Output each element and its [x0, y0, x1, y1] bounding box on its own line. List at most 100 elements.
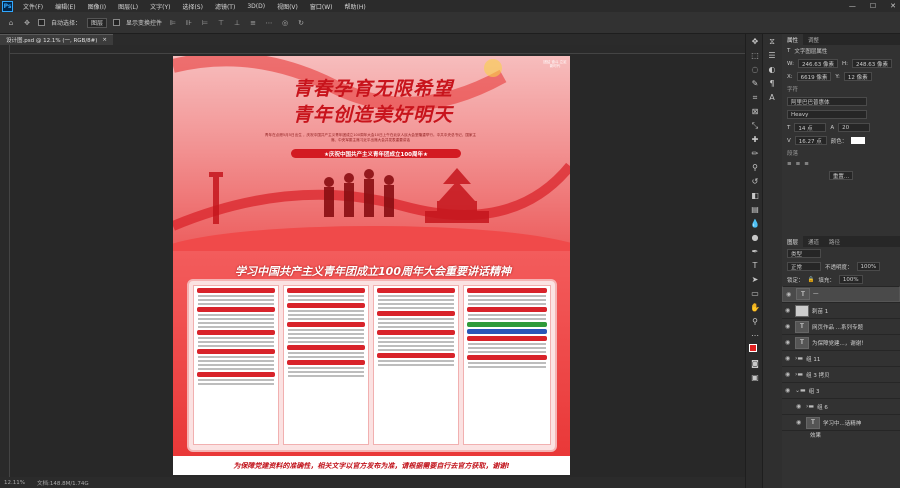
text-color-swatch[interactable] [851, 137, 866, 144]
menu-layer[interactable]: 图层(L) [112, 2, 144, 11]
pen-tool-icon[interactable]: ✒ [748, 245, 762, 258]
layer-row[interactable]: ◉ T 一 [782, 286, 900, 302]
reset-button[interactable]: 重置... [828, 171, 854, 180]
lasso-tool-icon[interactable]: ◌ [748, 63, 762, 76]
visibility-eye-icon[interactable]: ◉ [785, 323, 792, 330]
y-field[interactable]: 12 像素 [843, 72, 872, 81]
font-style-select[interactable]: Heavy [787, 110, 867, 119]
minimize-icon[interactable]: — [849, 2, 856, 10]
tab-adjustments[interactable]: 调整 [803, 34, 824, 45]
foreground-color-swatch[interactable] [749, 343, 757, 352]
eyedropper-tool-icon[interactable]: ⤡ [748, 119, 762, 132]
menu-file[interactable]: 文件(F) [17, 2, 49, 11]
zoom-tool-icon[interactable]: ⚲ [748, 315, 762, 328]
leading-field[interactable]: 20 [838, 123, 871, 132]
healing-brush-icon[interactable]: ✚ [748, 133, 762, 146]
shape-tool-icon[interactable]: ▭ [748, 287, 762, 300]
align-left-icon[interactable]: ⊫ [168, 18, 178, 28]
menu-3d[interactable]: 3D(D) [241, 3, 271, 10]
auto-select-checkbox[interactable] [38, 19, 45, 26]
gradient-tool-icon[interactable]: ▤ [748, 203, 762, 216]
blur-tool-icon[interactable]: 💧 [748, 217, 762, 230]
align-center-text-icon[interactable]: ≡ [796, 161, 801, 167]
align-middle-icon[interactable]: ⊥ [232, 18, 242, 28]
properties-panel-icon[interactable]: ☰ [765, 49, 779, 62]
align-center-icon[interactable]: ⊪ [184, 18, 194, 28]
tab-layers[interactable]: 图层 [782, 236, 804, 247]
home-icon[interactable]: ⌂ [6, 18, 16, 28]
history-brush-icon[interactable]: ↺ [748, 175, 762, 188]
distribute-icon[interactable]: ≡ [248, 18, 258, 28]
color-swatches-icon[interactable] [748, 343, 762, 356]
tracking-field[interactable]: 16.27 点 [794, 136, 827, 145]
tab-channels[interactable]: 通道 [803, 236, 824, 247]
opacity-field[interactable]: 100% [856, 262, 881, 271]
eraser-tool-icon[interactable]: ◧ [748, 189, 762, 202]
w-field[interactable]: 246.63 像素 [797, 59, 838, 68]
close-tab-icon[interactable]: × [102, 37, 107, 43]
h-field[interactable]: 248.63 像素 [851, 59, 892, 68]
align-right-icon[interactable]: ⊨ [200, 18, 210, 28]
document-tab[interactable]: 设计图.psd @ 12.1% (一, RGB/8#) × [0, 34, 114, 45]
align-left-text-icon[interactable]: ≡ [787, 161, 792, 167]
menu-help[interactable]: 帮助(H) [339, 2, 372, 11]
brush-tool-icon[interactable]: ✏ [748, 147, 762, 160]
clone-stamp-icon[interactable]: ⚲ [748, 161, 762, 174]
quick-select-tool-icon[interactable]: ✎ [748, 77, 762, 90]
visibility-eye-icon[interactable]: ◉ [785, 371, 792, 378]
tab-properties[interactable]: 属性 [782, 34, 804, 45]
screen-mode-icon[interactable]: ▣ [748, 371, 762, 384]
move-tool-icon[interactable]: ✥ [748, 35, 762, 48]
type-tool-icon[interactable]: T [748, 259, 762, 272]
layer-row[interactable]: ◉ ›▬ 组 3 拷贝 [782, 366, 900, 382]
move-tool-icon[interactable]: ✥ [22, 18, 32, 28]
menu-window[interactable]: 窗口(W) [304, 2, 339, 11]
marquee-tool-icon[interactable]: ⬚ [748, 49, 762, 62]
tab-paths[interactable]: 路径 [824, 236, 845, 247]
paragraph-panel-icon[interactable]: ¶ [765, 77, 779, 90]
ruler-horizontal[interactable] [10, 45, 745, 54]
menu-view[interactable]: 视图(V) [271, 2, 304, 11]
blend-mode-select[interactable]: 正常 [787, 262, 821, 271]
ruler-vertical[interactable] [0, 45, 10, 477]
layer-row[interactable]: ◉ T 网页作品 ...系列专题 [782, 318, 900, 334]
dodge-tool-icon[interactable]: ● [748, 231, 762, 244]
layer-row[interactable]: ◉ ›▬ 组 6 [782, 398, 900, 414]
layer-row[interactable]: 效果 [782, 430, 900, 439]
visibility-eye-icon[interactable]: ◉ [786, 291, 793, 298]
3d-mode-icon[interactable]: ◎ [280, 18, 290, 28]
path-select-icon[interactable]: ➤ [748, 273, 762, 286]
adjustments-panel-icon[interactable]: ◐ [765, 63, 779, 76]
orbit-icon[interactable]: ↻ [296, 18, 306, 28]
layer-kind-filter[interactable]: 类型 [787, 249, 821, 258]
visibility-eye-icon[interactable]: ◉ [796, 403, 803, 410]
menu-edit[interactable]: 编辑(E) [49, 2, 81, 11]
menu-filter[interactable]: 滤镜(T) [209, 2, 241, 11]
auto-select-dropdown[interactable]: 图层 [87, 17, 108, 28]
visibility-eye-icon[interactable]: ◉ [796, 419, 803, 426]
maximize-icon[interactable]: ☐ [870, 2, 876, 10]
close-icon[interactable]: ✕ [890, 2, 896, 10]
visibility-eye-icon[interactable]: ◉ [785, 307, 792, 314]
crop-tool-icon[interactable]: ⌗ [748, 91, 762, 104]
fill-field[interactable]: 100% [838, 275, 863, 284]
x-field[interactable]: 6619 像素 [796, 72, 832, 81]
hand-tool-icon[interactable]: ✋ [748, 301, 762, 314]
layer-row[interactable]: ◉ ⌄▬ 组 3 [782, 382, 900, 398]
more-options-icon[interactable]: ⋯ [264, 18, 274, 28]
font-family-select[interactable]: 阿里巴巴普惠体 [787, 97, 867, 106]
layer-row[interactable]: ◉ 刺苗 1 [782, 302, 900, 318]
visibility-eye-icon[interactable]: ◉ [785, 339, 792, 346]
poster-artboard[interactable]: 团结 奋斗 立足新时代 青春孕育无限希望 青年创造美好明天 青年在点燃5月5日出… [173, 56, 570, 475]
document-info[interactable]: 文档:148.8M/1.74G [37, 479, 89, 487]
font-size-field[interactable]: 14 点 [794, 123, 827, 132]
menu-image[interactable]: 图像(I) [82, 2, 112, 11]
visibility-eye-icon[interactable]: ◉ [785, 387, 792, 394]
layer-row[interactable]: ◉ T 为保障党建...，谢谢！ [782, 334, 900, 350]
visibility-eye-icon[interactable]: ◉ [785, 355, 792, 362]
lock-icon[interactable]: 🔒 [808, 277, 815, 283]
align-right-text-icon[interactable]: ≡ [804, 161, 809, 167]
quick-mask-icon[interactable]: ◙ [748, 357, 762, 370]
show-transform-checkbox[interactable] [113, 19, 121, 26]
character-panel-icon[interactable]: A [765, 91, 779, 104]
